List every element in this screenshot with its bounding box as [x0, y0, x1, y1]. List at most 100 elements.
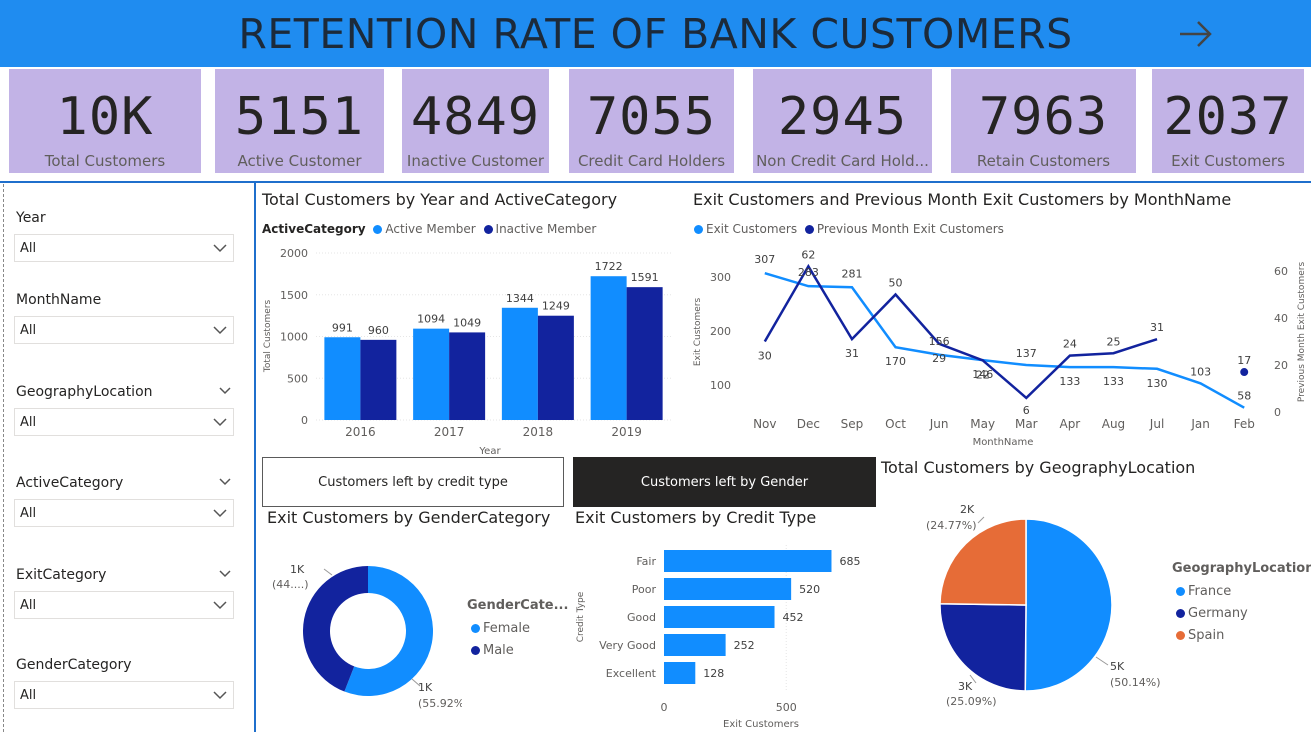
legend-item[interactable]: France [1188, 584, 1231, 599]
x-tick-label: May [970, 417, 995, 431]
data-label: 50 [889, 277, 903, 290]
chart-pie-geography[interactable]: 5K (50.14%) 3K (25.09%) 2K (24.77%) [880, 495, 1170, 725]
bar [537, 315, 574, 420]
y-tick-label: Fair [636, 555, 656, 568]
legend-dot-icon [471, 624, 480, 633]
chart-column-year[interactable]: 0 500 1000 1500 2000 Total Customers 991 960 201… [256, 240, 676, 460]
slicer-value: All [20, 241, 37, 256]
collapse-chevron-icon[interactable] [218, 384, 232, 398]
data-label: 5K [1110, 660, 1125, 673]
chart-bar-credit[interactable]: Fair 685 Poor 520 Good 452 Very Good 252 Excelle… [570, 540, 875, 732]
bar [664, 578, 792, 600]
data-label: 452 [783, 611, 804, 624]
x-tick-label: Nov [753, 417, 776, 431]
slicer-title: MonthName [16, 292, 102, 308]
slicer-dropdown[interactable]: All [14, 234, 234, 262]
data-label: 58 [1237, 390, 1251, 403]
bar [664, 606, 775, 628]
data-label: 1K [418, 681, 433, 694]
legend-exit-month: Exit Customers Previous Month Exit Custo… [690, 222, 1004, 236]
data-label: 22 [976, 368, 990, 381]
legend-item[interactable]: Female [483, 621, 530, 636]
slicer-dropdown[interactable]: All [14, 316, 234, 344]
series-line-exit [764, 272, 1245, 409]
legend-item[interactable]: Male [483, 643, 514, 658]
data-label: 17 [1237, 354, 1251, 367]
slicer-gendercategory: GenderCategory All [14, 657, 236, 709]
chevron-down-icon [213, 244, 227, 253]
data-label: 170 [885, 355, 906, 368]
slicer-dropdown[interactable]: All [14, 681, 234, 709]
data-label: 1K [290, 563, 305, 576]
chevron-down-icon [213, 601, 227, 610]
y-tick-label: 200 [710, 325, 731, 338]
chart-title-credit: Exit Customers by Credit Type [575, 508, 817, 527]
legend-dot-icon [804, 225, 814, 234]
y-axis-label-right: Previous Month Exit Customers [1297, 262, 1307, 403]
kpi-value: 5151 [234, 87, 365, 147]
collapse-chevron-icon[interactable] [218, 567, 232, 581]
credit-type-button[interactable]: Customers left by credit type [262, 457, 564, 507]
data-label-pct: (24.77%) [926, 519, 977, 532]
y-tick-label: Poor [632, 583, 657, 596]
chart-donut-gender[interactable]: 1K (55.92%) 1K (44....) [262, 545, 462, 720]
legend-item[interactable]: Previous Month Exit Customers [817, 222, 1004, 236]
x-axis-label: MonthName [973, 437, 1034, 448]
bar [449, 332, 486, 420]
y-tick-label: Excellent [606, 667, 657, 680]
x-tick-label: Apr [1059, 417, 1080, 431]
kpi-label: Exit Customers [1171, 152, 1285, 170]
y-tick-label: Very Good [599, 639, 656, 652]
slicer-title: ExitCategory [16, 567, 107, 583]
kpi-card-retain-customers: 7963 Retain Customers [951, 69, 1136, 173]
legend-dot-icon [1176, 631, 1185, 640]
data-label: 1094 [417, 313, 445, 326]
slicer-title: GeographyLocation [16, 384, 153, 400]
x-tick-label: 2018 [523, 425, 554, 439]
x-tick-label: Jan [1190, 417, 1210, 431]
data-label: 31 [845, 347, 859, 360]
data-label-pct: (25.09%) [946, 695, 997, 708]
collapse-chevron-icon[interactable] [218, 475, 232, 489]
y-tick-label: 0 [301, 414, 308, 427]
kpi-label: Active Customer [237, 152, 362, 170]
legend-item[interactable]: Active Member [385, 222, 475, 236]
legend-geography: GeographyLocation France Germany Spain [1172, 561, 1311, 650]
chart-line-month[interactable]: 100 200 300 0 20 40 60 Exit Customers Previous M… [688, 240, 1311, 452]
slicer-value: All [20, 506, 37, 521]
bar [413, 328, 450, 420]
kpi-value: 7963 [978, 87, 1109, 147]
slicer-dropdown[interactable]: All [14, 408, 234, 436]
data-label: 103 [1190, 365, 1211, 378]
arrow-right-icon[interactable] [1176, 14, 1216, 54]
x-tick-label: Feb [1234, 417, 1255, 431]
slicer-exitcategory: ExitCategory All [14, 567, 236, 619]
chevron-down-icon [213, 509, 227, 518]
slicer-value: All [20, 323, 37, 338]
data-label: 29 [932, 352, 946, 365]
slicer-title: ActiveCategory [16, 475, 124, 491]
legend-item[interactable]: Inactive Member [496, 222, 597, 236]
gender-button[interactable]: Customers left by Gender [573, 457, 876, 507]
slicer-dropdown[interactable]: All [14, 499, 234, 527]
x-tick-label: Sep [841, 417, 864, 431]
y-tick-label-right: 0 [1274, 406, 1281, 419]
kpi-card-active-customer: 5151 Active Customer [215, 69, 384, 173]
legend-item[interactable]: Spain [1188, 628, 1224, 643]
data-label: 133 [1103, 375, 1124, 388]
chevron-down-icon [213, 418, 227, 427]
data-label: 25 [1106, 335, 1120, 348]
kpi-card-non-credit-card-holders: 2945 Non Credit Card Hold... [753, 69, 932, 173]
slicer-dropdown[interactable]: All [14, 591, 234, 619]
legend-item[interactable]: Exit Customers [706, 222, 797, 236]
legend-title: ActiveCategory [262, 222, 366, 236]
data-label: 1344 [506, 292, 534, 305]
y-tick-label: 300 [710, 271, 731, 284]
data-label: 62 [801, 248, 815, 261]
data-label: 1591 [631, 271, 659, 284]
chart-title-year: Total Customers by Year and ActiveCatego… [262, 190, 618, 209]
legend-item[interactable]: Germany [1188, 606, 1248, 621]
kpi-value: 2037 [1163, 87, 1293, 147]
chart-title-exit-month: Exit Customers and Previous Month Exit C… [693, 190, 1232, 209]
series-point-prev [1240, 368, 1249, 377]
